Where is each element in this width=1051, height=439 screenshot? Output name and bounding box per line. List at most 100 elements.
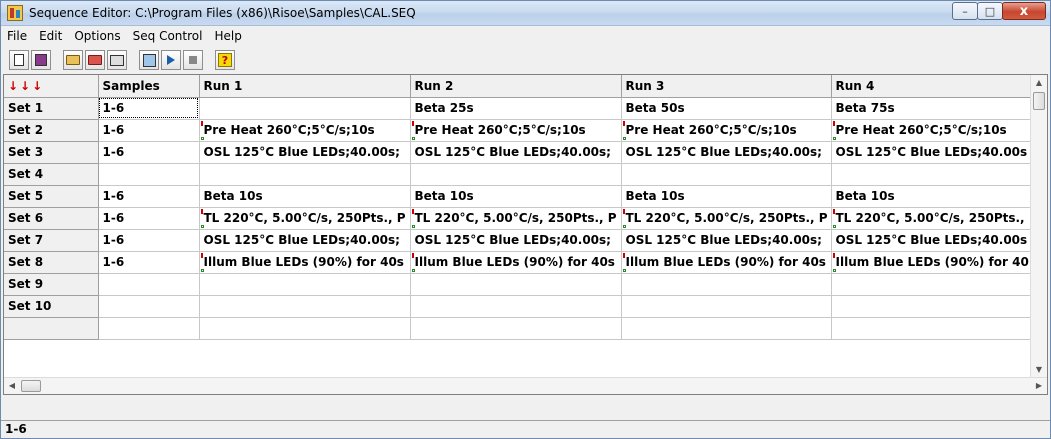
- run-cell[interactable]: Illum Blue LEDs (90%) for 40s: [621, 251, 832, 274]
- run-button[interactable]: [161, 50, 181, 70]
- run-cell[interactable]: [831, 163, 1042, 186]
- title-bar[interactable]: Sequence Editor: C:\Program Files (x86)\…: [1, 1, 1050, 26]
- menu-edit[interactable]: Edit: [33, 29, 68, 43]
- run-cell[interactable]: TL 220°C, 5.00°C/s, 250Pts., P: [621, 207, 832, 230]
- row-header[interactable]: Set 1: [4, 97, 99, 120]
- run-cell[interactable]: [199, 295, 411, 318]
- open-other-button[interactable]: [85, 50, 105, 70]
- close-button[interactable]: x: [1002, 2, 1046, 20]
- sequence-grid[interactable]: ↓↓↓ Samples Run 1 Run 2 Run 3 Run 4 Set …: [3, 74, 1048, 395]
- row-header[interactable]: Set 10: [4, 295, 99, 318]
- run-cell[interactable]: OSL 125°C Blue LEDs;40.00s: [831, 141, 1042, 164]
- corner-header[interactable]: ↓↓↓: [4, 75, 99, 98]
- scroll-left-icon[interactable]: ◀: [4, 378, 20, 394]
- row-header[interactable]: Set 7: [4, 229, 99, 252]
- run-cell[interactable]: [831, 317, 1042, 340]
- run-cell[interactable]: Beta 75s: [831, 97, 1042, 120]
- row-header[interactable]: Set 6: [4, 207, 99, 230]
- help-button[interactable]: ?: [215, 50, 235, 70]
- run-cell[interactable]: Illum Blue LEDs (90%) for 40s: [410, 251, 622, 274]
- samples-cell[interactable]: [98, 295, 200, 318]
- run-cell[interactable]: OSL 125°C Blue LEDs;40.00s;: [199, 229, 411, 252]
- run-cell[interactable]: [199, 163, 411, 186]
- horizontal-scrollbar[interactable]: ◀ ▶: [4, 377, 1047, 394]
- new-button[interactable]: [9, 50, 29, 70]
- run-cell[interactable]: Illum Blue LEDs (90%) for 40: [831, 251, 1042, 274]
- samples-cell[interactable]: 1-6: [98, 207, 200, 230]
- run-cell[interactable]: OSL 125°C Blue LEDs;40.00s;: [621, 229, 832, 252]
- menu-help[interactable]: Help: [208, 29, 247, 43]
- menu-seq-control[interactable]: Seq Control: [127, 29, 209, 43]
- run-cell[interactable]: [410, 317, 622, 340]
- samples-cell[interactable]: 1-6: [98, 97, 200, 120]
- run-cell[interactable]: Beta 10s: [199, 185, 411, 208]
- samples-cell[interactable]: 1-6: [98, 119, 200, 142]
- run-cell[interactable]: Pre Heat 260°C;5°C/s;10s: [621, 119, 832, 142]
- samples-cell[interactable]: 1-6: [98, 229, 200, 252]
- samples-cell[interactable]: 1-6: [98, 141, 200, 164]
- run-cell[interactable]: [831, 273, 1042, 296]
- run-cell[interactable]: OSL 125°C Blue LEDs;40.00s;: [621, 141, 832, 164]
- run-cell[interactable]: Beta 25s: [410, 97, 622, 120]
- scroll-down-icon[interactable]: ▼: [1031, 362, 1047, 378]
- run-cell[interactable]: [199, 97, 411, 120]
- run-cell[interactable]: Beta 10s: [410, 185, 622, 208]
- run-cell[interactable]: Beta 50s: [621, 97, 832, 120]
- column-header-run-4[interactable]: Run 4: [831, 75, 1042, 98]
- menu-options[interactable]: Options: [68, 29, 126, 43]
- run-cell[interactable]: Beta 10s: [831, 185, 1042, 208]
- open-button[interactable]: [63, 50, 83, 70]
- run-cell[interactable]: OSL 125°C Blue LEDs;40.00s: [831, 229, 1042, 252]
- edit-button[interactable]: [139, 50, 159, 70]
- app-icon[interactable]: [7, 5, 23, 21]
- samples-cell[interactable]: [98, 317, 200, 340]
- run-cell[interactable]: [621, 295, 832, 318]
- row-header[interactable]: Set 4: [4, 163, 99, 186]
- run-cell[interactable]: [410, 295, 622, 318]
- horizontal-scroll-thumb[interactable]: [21, 380, 41, 392]
- run-cell[interactable]: [831, 295, 1042, 318]
- row-header[interactable]: Set 3: [4, 141, 99, 164]
- run-cell[interactable]: TL 220°C, 5.00°C/s, 250Pts., P: [410, 207, 622, 230]
- samples-cell[interactable]: 1-6: [98, 185, 200, 208]
- run-cell[interactable]: Pre Heat 260°C;5°C/s;10s: [199, 119, 411, 142]
- minimize-button[interactable]: –: [952, 2, 978, 20]
- column-header-run-3[interactable]: Run 3: [621, 75, 832, 98]
- samples-cell[interactable]: [98, 273, 200, 296]
- run-cell[interactable]: OSL 125°C Blue LEDs;40.00s;: [410, 141, 622, 164]
- maximize-button[interactable]: □: [977, 2, 1003, 20]
- print-button[interactable]: [107, 50, 127, 70]
- run-cell[interactable]: Illum Blue LEDs (90%) for 40s: [199, 251, 411, 274]
- run-cell[interactable]: [410, 273, 622, 296]
- run-cell[interactable]: OSL 125°C Blue LEDs;40.00s;: [199, 141, 411, 164]
- scroll-right-icon[interactable]: ▶: [1031, 378, 1047, 394]
- column-header-run-2[interactable]: Run 2: [410, 75, 622, 98]
- vertical-scrollbar[interactable]: ▲ ▼: [1030, 75, 1047, 378]
- vertical-scroll-thumb[interactable]: [1033, 92, 1045, 110]
- column-header-run-1[interactable]: Run 1: [199, 75, 411, 98]
- samples-cell[interactable]: [98, 163, 200, 186]
- run-cell[interactable]: Pre Heat 260°C;5°C/s;10s: [410, 119, 622, 142]
- run-cell[interactable]: OSL 125°C Blue LEDs;40.00s;: [410, 229, 622, 252]
- stop-button[interactable]: [183, 50, 203, 70]
- run-cell[interactable]: [621, 317, 832, 340]
- scroll-up-icon[interactable]: ▲: [1031, 75, 1047, 91]
- row-header[interactable]: Set 5: [4, 185, 99, 208]
- run-cell[interactable]: [199, 273, 411, 296]
- run-cell[interactable]: TL 220°C, 5.00°C/s, 250Pts., P: [199, 207, 411, 230]
- run-cell[interactable]: [199, 317, 411, 340]
- run-cell[interactable]: Pre Heat 260°C;5°C/s;10s: [831, 119, 1042, 142]
- row-header[interactable]: [4, 317, 99, 340]
- column-header-samples[interactable]: Samples: [98, 75, 200, 98]
- run-cell[interactable]: Beta 10s: [621, 185, 832, 208]
- samples-cell[interactable]: 1-6: [98, 251, 200, 274]
- run-cell[interactable]: TL 220°C, 5.00°C/s, 250Pts.,: [831, 207, 1042, 230]
- row-header[interactable]: Set 9: [4, 273, 99, 296]
- menu-file[interactable]: File: [1, 29, 33, 43]
- run-cell[interactable]: [410, 163, 622, 186]
- row-header[interactable]: Set 2: [4, 119, 99, 142]
- run-cell[interactable]: [621, 273, 832, 296]
- save-button[interactable]: [31, 50, 51, 70]
- row-header[interactable]: Set 8: [4, 251, 99, 274]
- run-cell[interactable]: [621, 163, 832, 186]
